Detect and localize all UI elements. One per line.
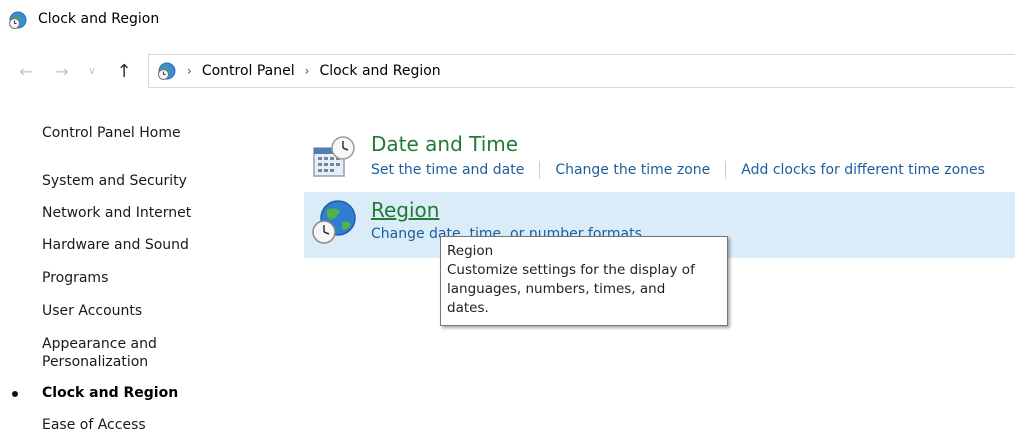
breadcrumb-separator: › xyxy=(304,64,310,78)
forward-arrow-icon[interactable]: → xyxy=(50,52,74,90)
sidebar-item-ease-of-access[interactable]: Ease of Access xyxy=(42,416,146,434)
calendar-clock-icon xyxy=(313,136,355,177)
link-divider xyxy=(539,161,541,179)
sidebar-item-control-panel-home[interactable]: Control Panel Home xyxy=(42,124,181,142)
region-title[interactable]: Region xyxy=(371,198,439,222)
sidebar-item-network-and-internet[interactable]: Network and Internet xyxy=(42,204,191,222)
clock-globe-icon xyxy=(158,62,176,80)
back-arrow-icon[interactable]: ← xyxy=(14,52,38,90)
tooltip-text-line: dates. xyxy=(447,300,489,316)
sidebar-item-hardware-and-sound[interactable]: Hardware and Sound xyxy=(42,236,189,254)
date-and-time-title[interactable]: Date and Time xyxy=(371,132,518,156)
sidebar-item-system-and-security[interactable]: System and Security xyxy=(42,172,187,190)
sidebar-item-appearance-and-personalization[interactable]: Appearance and Personalization xyxy=(42,335,157,371)
current-item-bullet xyxy=(12,391,18,397)
tooltip-title: Region xyxy=(447,243,494,259)
up-arrow-icon[interactable]: ↑ xyxy=(112,52,136,90)
globe-clock-icon xyxy=(312,200,356,244)
date-and-time-links: Set the time and date Change the time zo… xyxy=(371,161,985,179)
tooltip-text-line: languages, numbers, times, and xyxy=(447,281,666,297)
title-bar: Clock and Region xyxy=(0,0,1015,40)
link-divider xyxy=(725,161,727,179)
breadcrumb-separator: › xyxy=(187,64,192,78)
window-title: Clock and Region xyxy=(38,11,160,27)
sidebar-item-programs[interactable]: Programs xyxy=(42,269,108,287)
category-date-and-time: Date and Time Set the time and date Chan… xyxy=(304,128,1015,190)
set-time-and-date-link[interactable]: Set the time and date xyxy=(371,162,524,178)
add-clocks-link[interactable]: Add clocks for different time zones xyxy=(741,162,985,178)
tooltip-text-line: Customize settings for the display of xyxy=(447,262,695,278)
sidebar-item-user-accounts[interactable]: User Accounts xyxy=(42,302,142,320)
sidebar-item-label-line: Appearance and xyxy=(42,336,157,352)
change-time-zone-link[interactable]: Change the time zone xyxy=(555,162,710,178)
sidebar-item-label-line: Personalization xyxy=(42,354,149,370)
breadcrumb-clock-and-region[interactable]: Clock and Region xyxy=(319,63,440,79)
chevron-down-icon[interactable]: ∨ xyxy=(84,52,100,90)
sidebar-item-clock-and-region: Clock and Region xyxy=(42,385,179,401)
breadcrumb-control-panel[interactable]: Control Panel xyxy=(202,63,295,79)
region-tooltip: Region Customize settings for the displa… xyxy=(440,236,728,326)
navigation-row: ← → ∨ ↑ › Control Panel › Clock and Regi… xyxy=(0,52,1015,90)
control-panel-window: Clock and Region ← → ∨ ↑ › Control Panel… xyxy=(0,0,1015,434)
address-bar[interactable]: › Control Panel › Clock and Region xyxy=(148,54,1015,88)
clock-globe-icon xyxy=(9,11,27,29)
